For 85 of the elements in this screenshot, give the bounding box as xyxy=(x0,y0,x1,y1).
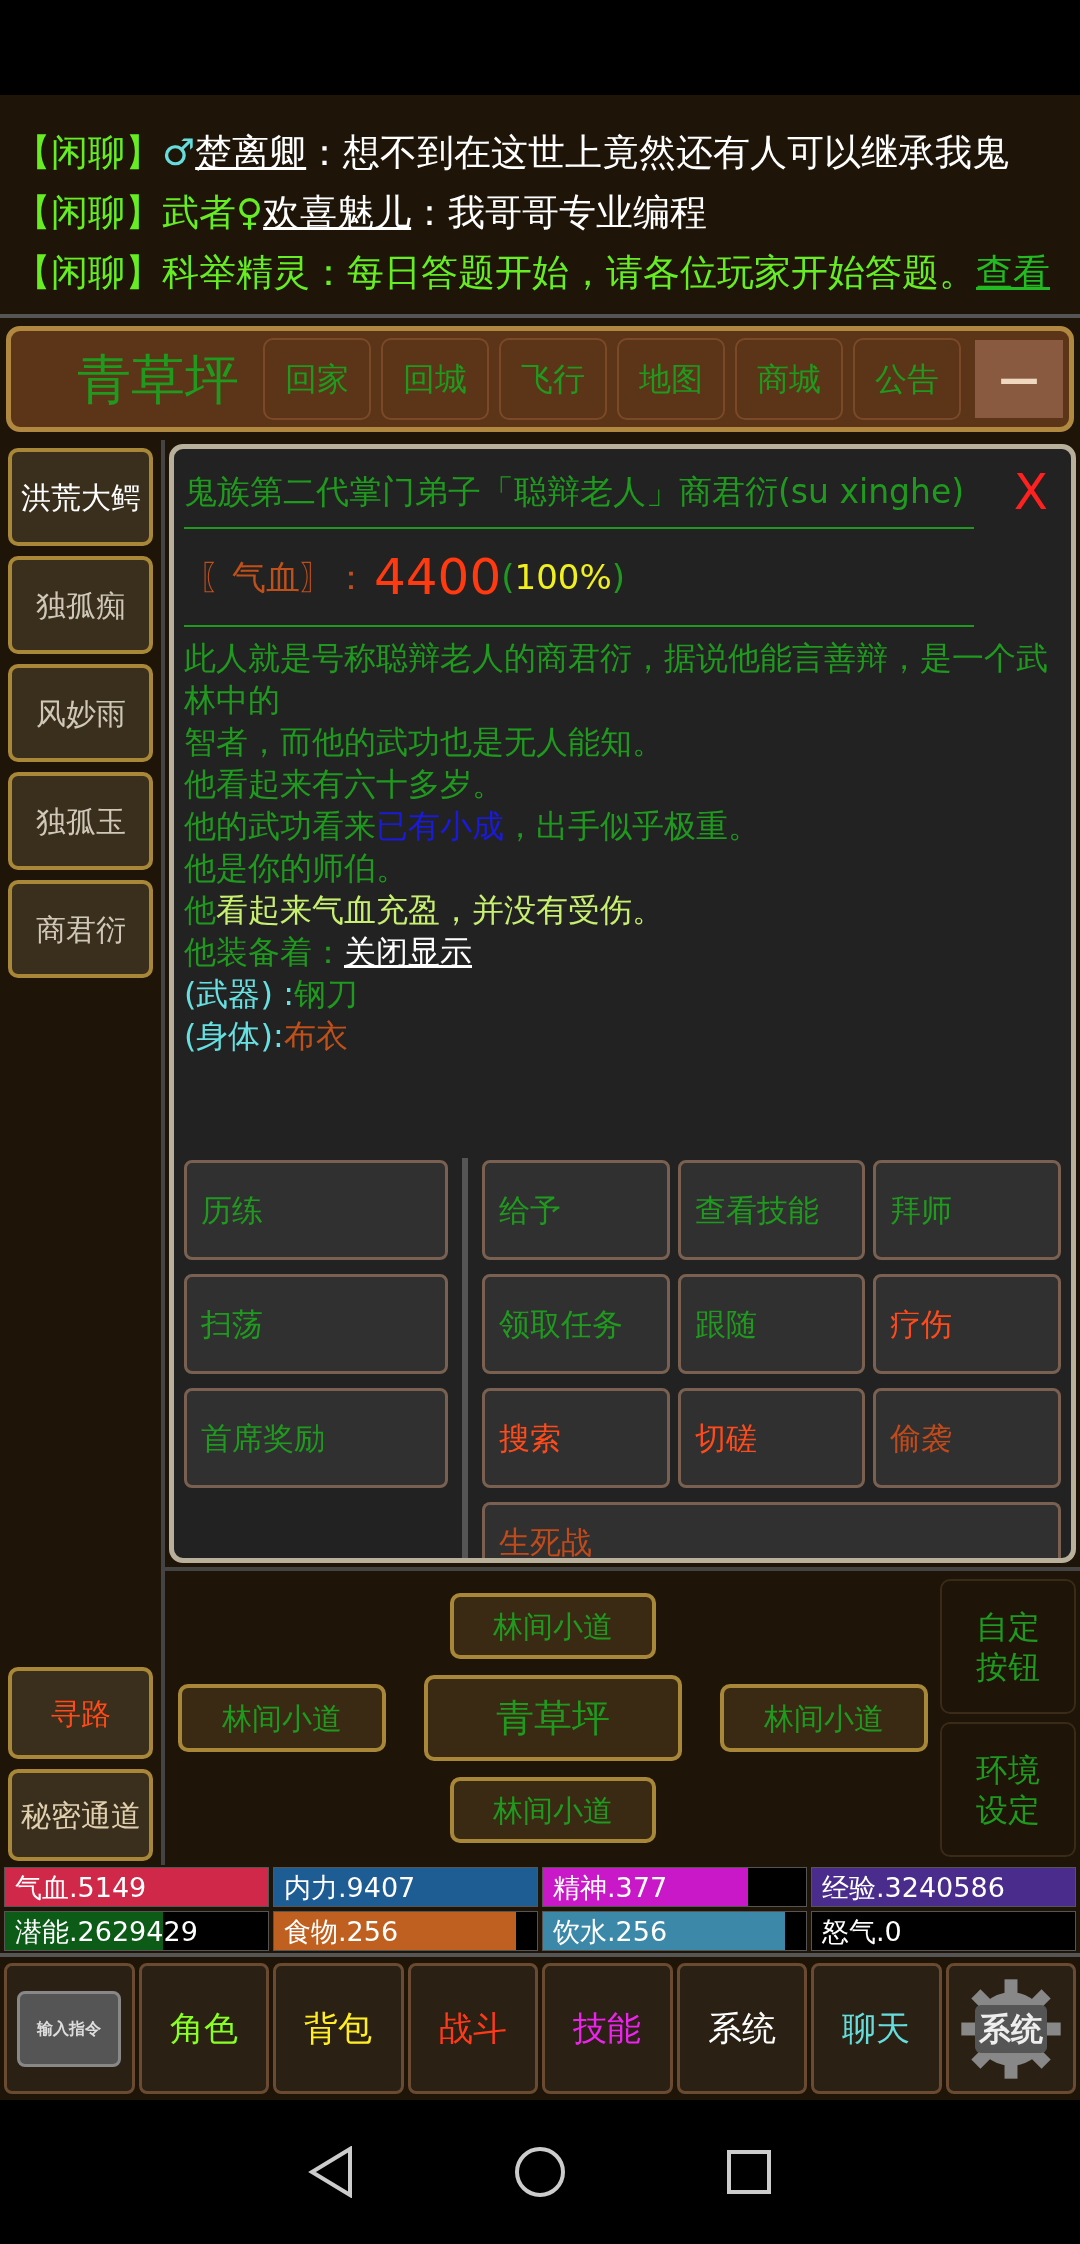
stat-label: 潜能.2629429 xyxy=(14,1916,198,1947)
nav-button[interactable]: 回家 xyxy=(263,338,371,420)
nav-button[interactable]: 公告 xyxy=(853,338,961,420)
description-text: 钢刀 xyxy=(293,975,358,1013)
description-text: 已有小成 xyxy=(376,807,504,845)
system-gear-button[interactable]: 系统 xyxy=(945,1963,1076,2094)
description-text: 他装备着： xyxy=(184,933,344,971)
menu-tab[interactable]: 战斗 xyxy=(407,1963,538,2094)
description-text: 看起来气血充盈，并没有受伤。 xyxy=(216,891,664,929)
hp-value: 4400 xyxy=(374,546,502,608)
stat-label: 经验.3240586 xyxy=(821,1872,1005,1903)
stat-label: 饮水.256 xyxy=(552,1916,668,1947)
menu-tab[interactable]: 角色 xyxy=(138,1963,269,2094)
action-button[interactable]: 历练 xyxy=(184,1160,448,1260)
action-button[interactable]: 给予 xyxy=(482,1160,670,1260)
exit-button[interactable]: 林间小道 xyxy=(719,1684,928,1752)
player-title: 武者♀ xyxy=(162,191,264,234)
back-icon[interactable] xyxy=(308,2146,354,2198)
description-text: 布衣 xyxy=(283,1017,348,1055)
stat-label: 食物.256 xyxy=(283,1916,399,1947)
hide-equipment-link[interactable]: 关闭显示 xyxy=(344,933,472,971)
npc-button[interactable]: 独孤玉 xyxy=(8,772,153,870)
channel-tag: 【闲聊】 xyxy=(14,191,162,234)
description-text: ，出手似乎极重。 xyxy=(504,807,760,845)
side-action-button[interactable]: 寻路 xyxy=(8,1667,153,1759)
npc-button[interactable]: 独孤痴 xyxy=(8,556,153,654)
stat-label: 内力.9407 xyxy=(283,1872,416,1903)
nav-button[interactable]: 商城 xyxy=(735,338,843,420)
chat-message: ：想不到在这世上竟然还有人可以继承我鬼 xyxy=(306,131,1010,174)
settings-button[interactable]: 自定按钮 xyxy=(940,1579,1076,1714)
nav-button[interactable]: 回城 xyxy=(381,338,489,420)
nav-button[interactable]: 地图 xyxy=(617,338,725,420)
description-text: 他看起来有六十多岁。 xyxy=(184,765,504,803)
action-button[interactable]: 扫荡 xyxy=(184,1274,448,1374)
dialog-title: 鬼族第二代掌门弟子「聪辩老人」商君衍(su xinghe) xyxy=(184,471,965,514)
action-button[interactable]: 切磋 xyxy=(677,1388,866,1488)
menu-tab[interactable]: 聊天 xyxy=(811,1963,942,2094)
channel-tag: 【闲聊】 xyxy=(14,251,162,294)
description-text: 他 xyxy=(184,891,216,929)
stat-label: 怒气.0 xyxy=(821,1916,902,1947)
exit-button[interactable]: 林间小道 xyxy=(449,1593,656,1659)
menu-tab[interactable]: 系统 xyxy=(676,1963,807,2094)
action-button[interactable]: 查看技能 xyxy=(677,1160,866,1260)
description-text: 他是你的师伯。 xyxy=(184,849,408,887)
view-link[interactable]: 查看 xyxy=(976,251,1050,294)
description-text: 智者，而他的武功也是无人能知。 xyxy=(184,723,664,761)
hp-label: 〖气血〗： xyxy=(198,555,368,599)
action-button[interactable]: 偷袭 xyxy=(873,1388,1061,1488)
action-button[interactable]: 搜索 xyxy=(482,1388,670,1488)
npc-button[interactable]: 商君衍 xyxy=(8,880,153,978)
recents-icon[interactable] xyxy=(726,2149,772,2195)
player-name[interactable]: 楚离卿 xyxy=(195,131,307,174)
exit-button[interactable]: 林间小道 xyxy=(177,1684,386,1752)
description-text: (身体): xyxy=(184,1017,284,1055)
location-title: 青草坪 xyxy=(77,346,239,413)
action-button[interactable]: 跟随 xyxy=(677,1274,866,1374)
action-button[interactable]: 生死战 xyxy=(482,1502,1061,1558)
hp-percent: (100%) xyxy=(501,555,625,599)
command-input-button[interactable]: 输入指令 xyxy=(17,1990,122,2067)
side-action-button[interactable]: 秘密通道 xyxy=(8,1769,153,1861)
system-message: 科举精灵：每日答题开始，请各位玩家开始答题。 xyxy=(162,251,976,294)
channel-tag: 【闲聊】 xyxy=(14,131,162,174)
menu-tab[interactable]: 技能 xyxy=(542,1963,673,2094)
action-button[interactable]: 首席奖励 xyxy=(184,1388,448,1488)
action-button[interactable]: 疗伤 xyxy=(873,1274,1061,1374)
gender-symbol: ♂ xyxy=(162,131,196,174)
home-icon[interactable] xyxy=(514,2146,566,2198)
stat-label: 精神.377 xyxy=(552,1872,668,1903)
exit-button[interactable]: 林间小道 xyxy=(449,1777,656,1843)
description-text: (武器) : xyxy=(184,975,294,1013)
action-button[interactable]: 领取任务 xyxy=(482,1274,670,1374)
stat-label: 气血.5149 xyxy=(14,1872,147,1903)
close-button[interactable]: X xyxy=(1001,457,1061,527)
nav-button[interactable]: 飞行 xyxy=(499,338,607,420)
description-text: 他的武功看来 xyxy=(184,807,376,845)
menu-tab[interactable]: 背包 xyxy=(273,1963,404,2094)
chat-message: ：我哥哥专业编程 xyxy=(411,191,708,234)
description-text: 此人就是号称聪辩老人的商君衍，据说他能言善辩，是一个武林中的 xyxy=(184,639,1048,719)
npc-button[interactable]: 洪荒大鳄 xyxy=(8,448,153,546)
minimize-button[interactable]: — xyxy=(975,340,1063,418)
settings-button[interactable]: 环境设定 xyxy=(940,1722,1076,1857)
action-button[interactable]: 拜师 xyxy=(873,1160,1061,1260)
current-location-button[interactable]: 青草坪 xyxy=(423,1675,682,1761)
player-name[interactable]: 欢喜魅儿 xyxy=(263,191,412,234)
npc-button[interactable]: 风妙雨 xyxy=(8,664,153,762)
